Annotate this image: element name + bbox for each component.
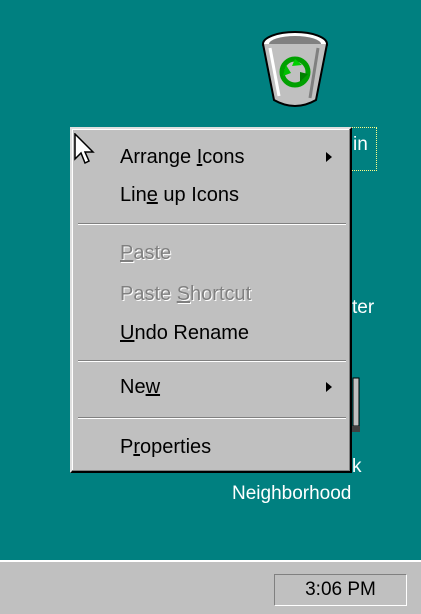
submenu-arrow-icon: [326, 382, 332, 392]
menu-item-label: Properties: [120, 436, 212, 458]
menu-item-label: New: [120, 376, 161, 398]
menu-item-undo-rename[interactable]: Undo Rename: [76, 317, 346, 349]
menu-item-label: Line up Icons: [120, 184, 239, 206]
recycle-bin-icon[interactable]: [252, 16, 338, 116]
menu-item-properties[interactable]: Properties: [76, 431, 346, 463]
menu-item-paste-shortcut[interactable]: Paste Shortcut: [76, 278, 346, 310]
menu-item-arrange-icons[interactable]: Arrange Icons: [76, 141, 346, 173]
menu-item-label: Paste: [120, 242, 172, 264]
mouse-pointer-icon: [74, 133, 95, 165]
menu-item-label: Arrange Icons: [120, 146, 245, 168]
menu-item-paste[interactable]: Paste: [76, 237, 346, 269]
system-tray: 3:06 PM: [274, 574, 407, 606]
recycle-bin-label[interactable]: in: [353, 134, 368, 156]
menu-item-label: Undo Rename: [120, 322, 249, 344]
network-neighborhood-label-line1[interactable]: k: [352, 456, 362, 478]
desktop-context-menu: Arrange Icons Line up Icons Paste Paste …: [70, 127, 352, 473]
network-neighborhood-label-line2[interactable]: Neighborhood: [232, 483, 351, 505]
desktop[interactable]: in ter k Neighborhood Arrange Icons Line…: [0, 0, 421, 560]
clock[interactable]: 3:06 PM: [275, 575, 406, 605]
taskbar: 3:06 PM: [0, 560, 421, 614]
network-neighborhood-icon[interactable]: [352, 376, 360, 434]
submenu-arrow-icon: [326, 152, 332, 162]
menu-separator: [78, 360, 346, 362]
menu-separator: [78, 223, 346, 225]
menu-separator: [78, 417, 346, 419]
menu-item-new[interactable]: New: [76, 371, 346, 403]
menu-item-line-up-icons[interactable]: Line up Icons: [76, 179, 346, 211]
menu-item-label: Paste Shortcut: [120, 283, 252, 305]
my-computer-label[interactable]: ter: [352, 297, 374, 319]
